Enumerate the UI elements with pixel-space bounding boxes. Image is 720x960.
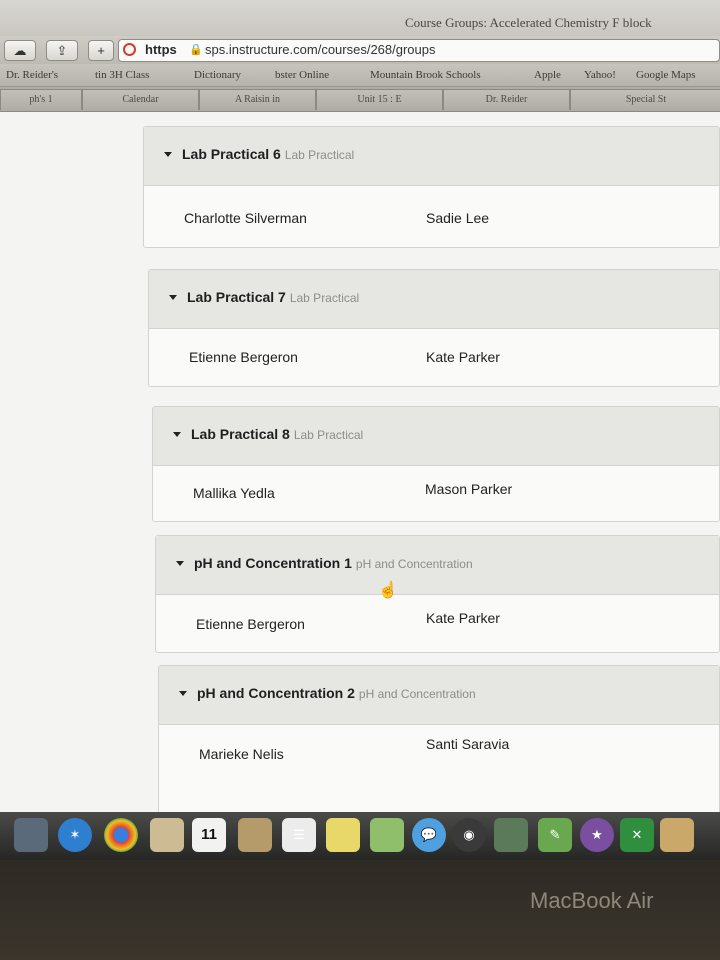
group-title: pH and Concentration 1 [194,555,352,571]
reminders-icon[interactable]: ☰ [282,818,316,852]
excel-icon[interactable]: ✕ [620,818,654,852]
tab[interactable]: Special St [570,89,720,110]
hand-pointer-icon: ☝ [378,582,398,599]
group-card: Lab Practical 6 Lab Practical Charlotte S… [143,126,720,248]
group-card: Lab Practical 8 Lab Practical Mallika Yed… [152,406,720,522]
bookmark-item[interactable]: bster Online [275,69,329,81]
group-title: Lab Practical 6 [182,146,281,162]
icloud-tabs-button[interactable]: ☁ [4,40,36,61]
group-name: Lab Practical 7 Lab Practical [187,289,359,305]
evernote-icon[interactable]: ✎ [538,818,572,852]
group-title: Lab Practical 7 [187,289,286,305]
tab[interactable]: ph's 1 [0,89,82,110]
group-category: Lab Practical [284,148,355,162]
url-scheme: https [145,42,177,57]
tab[interactable]: Unit 15 : E [316,89,443,110]
lock-icon: 🔒 [189,44,203,56]
group-header[interactable]: pH and Concentration 1 pH and Concentrati… [156,536,719,595]
calendar-day: 11 [201,826,217,843]
add-icon: + [97,43,105,58]
share-icon: ⇪ [56,43,68,58]
group-name: Lab Practical 8 Lab Practical [191,426,363,442]
group-title: pH and Concentration 2 [197,685,355,701]
group-member[interactable]: Kate Parker [426,610,500,626]
window-title: Course Groups: Accelerated Chemistry F b… [405,15,652,30]
bookmarks-bar: Dr. Reider's tin 3H Class Dictionary bst… [0,64,720,87]
group-member[interactable]: Mason Parker [425,481,512,497]
group-member[interactable]: Kate Parker [426,349,500,365]
group-member[interactable]: Charlotte Silverman [184,210,307,226]
caret-down-icon [164,152,172,157]
group-name: pH and Concentration 2 pH and Concentrati… [197,685,476,701]
tab[interactable]: A Raisin in [199,89,316,110]
cloud-icon: ☁ [13,43,27,58]
group-header[interactable]: Lab Practical 6 Lab Practical [144,127,719,186]
mission-control-icon[interactable] [14,818,48,852]
facetime-icon[interactable]: ◉ [452,818,486,852]
bookmark-item[interactable]: Dr. Reider's [6,69,58,81]
dock: ✶ 11 ☰ 💬 ◉ ✎ ★ ✕ [0,812,720,860]
browser-toolbar: ☁ ⇪ + https 🔒 sps.instructure.com/course… [0,36,720,65]
safari-icon[interactable]: ✶ [58,818,92,852]
notes-icon[interactable] [326,818,360,852]
device-brand: MacBook Air [530,888,654,913]
contacts-icon[interactable] [238,818,272,852]
group-member[interactable]: Sadie Lee [426,210,489,226]
group-name: Lab Practical 6 Lab Practical [182,146,354,162]
group-member[interactable]: Marieke Nelis [199,746,284,762]
messages-icon[interactable]: 💬 [412,818,446,852]
group-header[interactable]: Lab Practical 8 Lab Practical [153,407,719,466]
group-category: Lab Practical [289,291,360,305]
group-card: Lab Practical 7 Lab Practical Etienne Ber… [148,269,720,387]
preview-icon[interactable] [494,818,528,852]
group-member[interactable]: Etienne Bergeron [189,349,298,365]
bookmark-item[interactable]: Yahoo! [584,69,616,81]
site-favicon-icon [123,43,136,56]
window-titlebar: Course Groups: Accelerated Chemistry F b… [0,0,720,36]
group-category: pH and Concentration [355,557,473,571]
screen: Course Groups: Accelerated Chemistry F b… [0,0,720,860]
mail-stamp-icon[interactable] [150,818,184,852]
chrome-icon[interactable] [104,818,138,852]
group-card: pH and Concentration 2 pH and Concentrati… [158,665,720,815]
groups-page: Lab Practical 6 Lab Practical Charlotte S… [0,112,720,815]
group-member[interactable]: Santi Saravia [426,736,509,752]
group-name: pH and Concentration 1 pH and Concentrati… [194,555,473,571]
tab-bar: ph's 1 Calendar A Raisin in Unit 15 : E … [0,87,720,112]
caret-down-icon [176,561,184,566]
group-card: pH and Concentration 1 pH and Concentrati… [155,535,720,653]
imovie-star-icon[interactable]: ★ [580,818,614,852]
folder-icon[interactable] [660,818,694,852]
bookmark-item[interactable]: Google Maps [636,69,696,81]
bookmark-item[interactable]: Apple [534,69,561,81]
address-bar[interactable]: https 🔒 sps.instructure.com/courses/268/… [118,39,720,62]
caret-down-icon [179,691,187,696]
bookmark-item[interactable]: tin 3H Class [95,69,149,81]
group-header[interactable]: pH and Concentration 2 pH and Concentrati… [159,666,719,725]
tab[interactable]: Calendar [82,89,199,110]
url-text: sps.instructure.com/courses/268/groups [205,42,436,57]
group-category: Lab Practical [293,428,364,442]
share-button[interactable]: ⇪ [46,40,78,61]
maps-icon[interactable] [370,818,404,852]
bookmark-item[interactable]: Dictionary [194,69,241,81]
caret-down-icon [173,432,181,437]
tab[interactable]: Dr. Reider [443,89,570,110]
laptop-bezel: MacBook Air [0,860,720,960]
new-tab-button[interactable]: + [88,40,114,61]
group-member[interactable]: Mallika Yedla [193,485,275,501]
group-header[interactable]: Lab Practical 7 Lab Practical [149,270,719,329]
calendar-icon[interactable]: 11 [192,818,226,852]
group-category: pH and Concentration [358,687,476,701]
caret-down-icon [169,295,177,300]
group-member[interactable]: Etienne Bergeron [196,616,305,632]
group-title: Lab Practical 8 [191,426,290,442]
bookmark-item[interactable]: Mountain Brook Schools [370,69,481,81]
